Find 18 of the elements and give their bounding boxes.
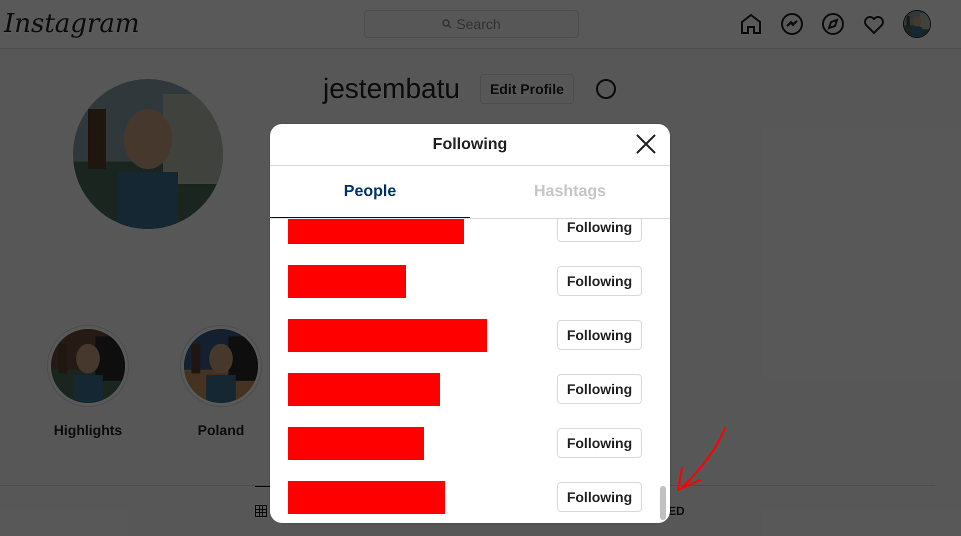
username: jestembatu <box>323 72 460 106</box>
scrollbar-thumb[interactable] <box>660 486 666 520</box>
home-icon[interactable] <box>739 12 763 36</box>
dialog-tab[interactable]: People <box>270 166 470 218</box>
following-button[interactable]: Following <box>557 428 642 458</box>
following-button[interactable]: Following <box>557 374 642 404</box>
close-icon[interactable] <box>636 134 656 154</box>
settings-icon[interactable] <box>594 77 618 101</box>
following-button[interactable]: Following <box>557 219 642 242</box>
following-button[interactable]: Following <box>557 482 642 512</box>
search-icon <box>442 19 452 29</box>
messenger-icon[interactable] <box>780 12 804 36</box>
compass-icon[interactable] <box>821 12 845 36</box>
avatar[interactable] <box>903 10 931 38</box>
following-button[interactable]: Following <box>557 320 642 350</box>
following-button[interactable]: Following <box>557 266 642 296</box>
dialog-title: Following <box>432 134 508 154</box>
grid-icon <box>255 504 267 516</box>
